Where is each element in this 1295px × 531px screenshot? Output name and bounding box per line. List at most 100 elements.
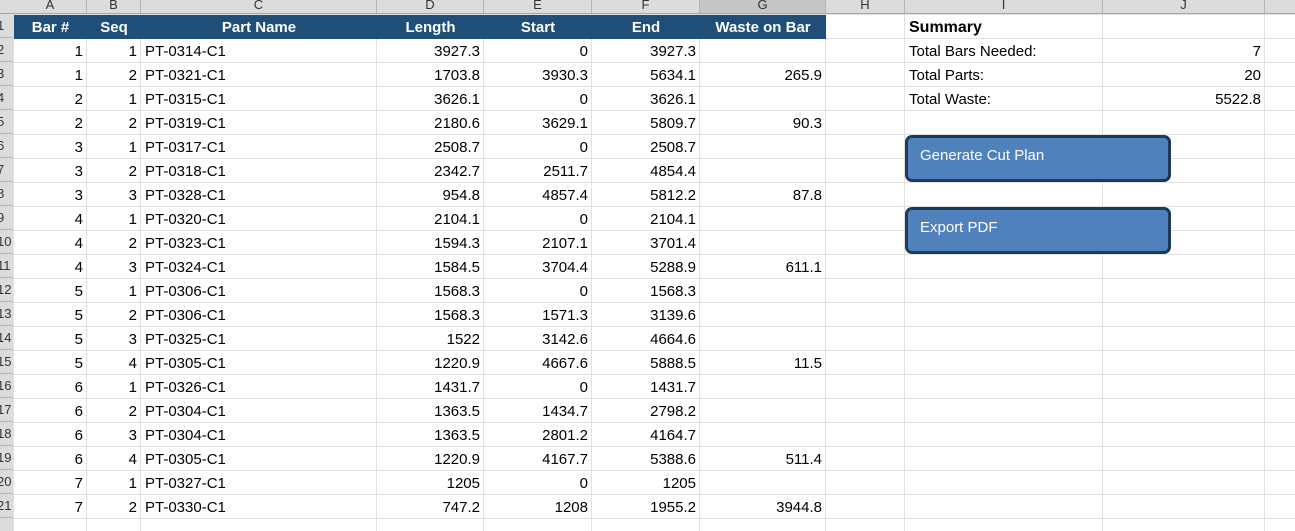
cell-end[interactable]: 5812.2 xyxy=(592,183,700,207)
cell-length[interactable]: 1568.3 xyxy=(377,303,484,327)
cell-bar-number[interactable]: 3 xyxy=(14,135,87,159)
summary-value[interactable]: 5522.8 xyxy=(1103,87,1265,111)
cell-waste-on-bar[interactable]: 3944.8 xyxy=(700,495,826,519)
cell-end[interactable]: 3927.3 xyxy=(592,39,700,63)
column-header-c[interactable]: C xyxy=(141,0,377,13)
summary-label[interactable]: Total Parts: xyxy=(905,63,1103,87)
cell-length[interactable]: 954.8 xyxy=(377,183,484,207)
cell-part-name[interactable]: PT-0317-C1 xyxy=(141,135,377,159)
cell-bar-number[interactable]: 5 xyxy=(14,279,87,303)
generate-cut-plan-button[interactable]: Generate Cut Plan xyxy=(905,135,1171,182)
row-header-14[interactable]: 14 xyxy=(0,326,14,350)
cell-waste-on-bar[interactable] xyxy=(700,303,826,327)
cell-length[interactable]: 3626.1 xyxy=(377,87,484,111)
cell-length[interactable]: 2104.1 xyxy=(377,207,484,231)
cell-start[interactable]: 0 xyxy=(484,207,592,231)
row-header-2[interactable]: 2 xyxy=(0,38,14,62)
cell-start[interactable]: 2511.7 xyxy=(484,159,592,183)
cell-length[interactable]: 1568.3 xyxy=(377,279,484,303)
cell-start[interactable]: 0 xyxy=(484,279,592,303)
cell-part-name[interactable]: PT-0323-C1 xyxy=(141,231,377,255)
cell-waste-on-bar[interactable] xyxy=(700,399,826,423)
cell-part-name[interactable]: PT-0328-C1 xyxy=(141,183,377,207)
cell-end[interactable]: 2104.1 xyxy=(592,207,700,231)
cell-start[interactable]: 3930.3 xyxy=(484,63,592,87)
cell-bar-number[interactable]: 5 xyxy=(14,327,87,351)
summary-label[interactable]: Total Bars Needed: xyxy=(905,39,1103,63)
cell-part-name[interactable]: PT-0306-C1 xyxy=(141,303,377,327)
summary-value[interactable]: 20 xyxy=(1103,63,1265,87)
summary-label[interactable]: Total Waste: xyxy=(905,87,1103,111)
cell-length[interactable]: 2508.7 xyxy=(377,135,484,159)
cell-seq[interactable]: 2 xyxy=(87,495,141,519)
cell-seq[interactable]: 2 xyxy=(87,303,141,327)
cell-start[interactable]: 4667.6 xyxy=(484,351,592,375)
cell-bar-number[interactable]: 4 xyxy=(14,255,87,279)
cell-start[interactable]: 4167.7 xyxy=(484,447,592,471)
row-header-6[interactable]: 6 xyxy=(0,134,14,158)
cell-bar-number[interactable]: 4 xyxy=(14,231,87,255)
row-header-1[interactable]: 1 xyxy=(0,14,14,38)
column-header-b[interactable]: B xyxy=(87,0,141,13)
cell-waste-on-bar[interactable] xyxy=(700,375,826,399)
row-header-9[interactable]: 9 xyxy=(0,206,14,230)
cell-length[interactable]: 2180.6 xyxy=(377,111,484,135)
row-header-19[interactable]: 19 xyxy=(0,446,14,470)
cell-waste-on-bar[interactable] xyxy=(700,423,826,447)
cell-length[interactable]: 1703.8 xyxy=(377,63,484,87)
cell-waste-on-bar[interactable]: 265.9 xyxy=(700,63,826,87)
column-header-e[interactable]: E xyxy=(484,0,592,13)
cell-seq[interactable]: 2 xyxy=(87,63,141,87)
cell-start[interactable]: 0 xyxy=(484,471,592,495)
row-header-10[interactable]: 10 xyxy=(0,230,14,254)
cell-waste-on-bar[interactable]: 611.1 xyxy=(700,255,826,279)
row-header-7[interactable]: 7 xyxy=(0,158,14,182)
cell-part-name[interactable]: PT-0314-C1 xyxy=(141,39,377,63)
cell-start[interactable]: 2107.1 xyxy=(484,231,592,255)
cell-seq[interactable]: 1 xyxy=(87,39,141,63)
row-header-8[interactable]: 8 xyxy=(0,182,14,206)
column-header-a[interactable]: A xyxy=(14,0,87,13)
cell-length[interactable]: 1584.5 xyxy=(377,255,484,279)
cell-end[interactable]: 5388.6 xyxy=(592,447,700,471)
cell-part-name[interactable]: PT-0320-C1 xyxy=(141,207,377,231)
cell-bar-number[interactable]: 3 xyxy=(14,183,87,207)
export-pdf-button[interactable]: Export PDF xyxy=(905,207,1171,254)
header-bar-number[interactable]: Bar # xyxy=(14,15,87,39)
cell-length[interactable]: 1220.9 xyxy=(377,447,484,471)
cell-end[interactable]: 5809.7 xyxy=(592,111,700,135)
cell-bar-number[interactable]: 7 xyxy=(14,471,87,495)
cell-end[interactable]: 1205 xyxy=(592,471,700,495)
cell-length[interactable]: 1594.3 xyxy=(377,231,484,255)
row-header-4[interactable]: 4 xyxy=(0,86,14,110)
cell-waste-on-bar[interactable]: 90.3 xyxy=(700,111,826,135)
cell-seq[interactable]: 3 xyxy=(87,183,141,207)
cell-start[interactable]: 1208 xyxy=(484,495,592,519)
row-header-15[interactable]: 15 xyxy=(0,350,14,374)
cell-bar-number[interactable]: 3 xyxy=(14,159,87,183)
cell-waste-on-bar[interactable] xyxy=(700,159,826,183)
cell-waste-on-bar[interactable] xyxy=(700,207,826,231)
row-header-20[interactable]: 20 xyxy=(0,470,14,494)
cell-seq[interactable]: 2 xyxy=(87,399,141,423)
header-part-name[interactable]: Part Name xyxy=(141,15,377,39)
column-header-j[interactable]: J xyxy=(1103,0,1265,13)
cell-start[interactable]: 3629.1 xyxy=(484,111,592,135)
cell-seq[interactable]: 3 xyxy=(87,327,141,351)
cell-seq[interactable]: 4 xyxy=(87,447,141,471)
cell-end[interactable]: 5288.9 xyxy=(592,255,700,279)
row-header-3[interactable]: 3 xyxy=(0,62,14,86)
cell-part-name[interactable]: PT-0305-C1 xyxy=(141,447,377,471)
cell-bar-number[interactable]: 6 xyxy=(14,423,87,447)
cell-start[interactable]: 0 xyxy=(484,39,592,63)
cell-end[interactable]: 3701.4 xyxy=(592,231,700,255)
cell-length[interactable]: 1363.5 xyxy=(377,423,484,447)
cell-waste-on-bar[interactable]: 11.5 xyxy=(700,351,826,375)
cell-waste-on-bar[interactable]: 87.8 xyxy=(700,183,826,207)
cell-part-name[interactable]: PT-0330-C1 xyxy=(141,495,377,519)
cell-waste-on-bar[interactable] xyxy=(700,231,826,255)
cell-part-name[interactable]: PT-0327-C1 xyxy=(141,471,377,495)
cell-length[interactable]: 1205 xyxy=(377,471,484,495)
cell-bar-number[interactable]: 6 xyxy=(14,447,87,471)
cell-end[interactable]: 4854.4 xyxy=(592,159,700,183)
